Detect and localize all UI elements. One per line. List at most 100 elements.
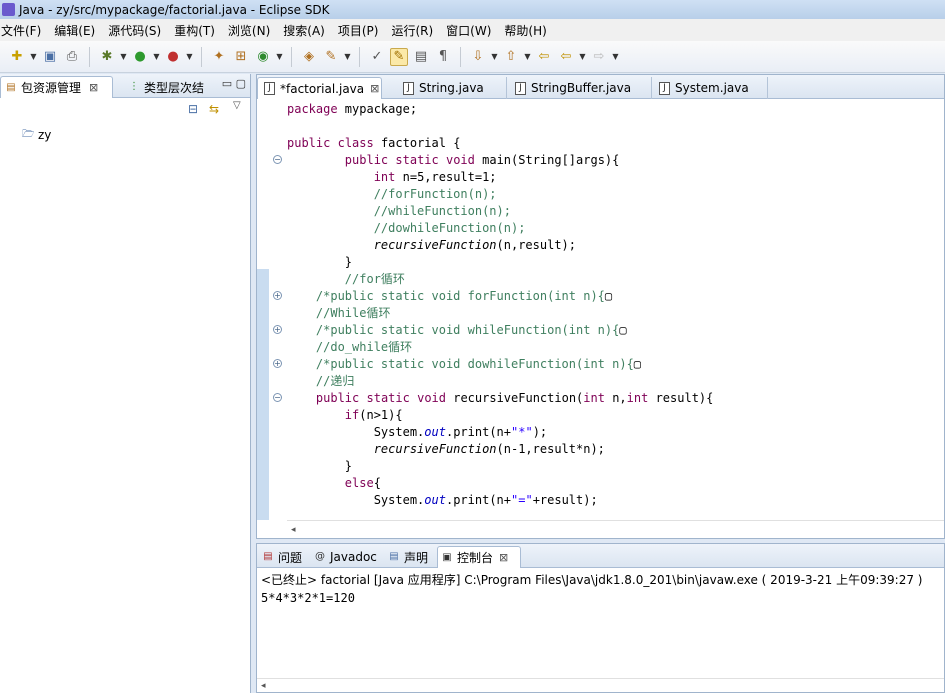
code-line: package mypackage;: [287, 102, 418, 116]
block-selection-icon[interactable]: ▤: [412, 48, 430, 66]
tab-label: *factorial.java: [280, 81, 365, 96]
minimize-maximize-icons[interactable]: ▭ ▢: [222, 77, 246, 90]
bottom-view-tab-bar: ▤ 问题 @ Javadoc ▤ 声明 ▣ 控制台 ⊠: [257, 544, 944, 568]
run-dropdown-icon[interactable]: ▼: [152, 48, 161, 66]
code-line: recursiveFunction(n-1,result*n);: [373, 442, 605, 456]
code-line: System.out.print(n+"*");: [287, 425, 548, 439]
collapse-all-icon[interactable]: ⊟: [188, 102, 198, 116]
forward-icon[interactable]: ⇨: [590, 48, 608, 66]
code-area[interactable]: package mypackage; public class factoria…: [287, 101, 713, 509]
debug-icon[interactable]: ✱: [98, 48, 116, 66]
print-icon[interactable]: ⎙: [63, 48, 81, 66]
open-type-icon[interactable]: ◈: [300, 48, 318, 66]
tab-stringbuffer-java[interactable]: J StringBuffer.java: [509, 77, 652, 99]
menu-refactor[interactable]: 重构(T): [173, 22, 221, 39]
search-dropdown-icon[interactable]: ▼: [343, 48, 352, 66]
new-package-icon[interactable]: ⊞: [232, 48, 250, 66]
menu-run[interactable]: 运行(R): [390, 22, 439, 39]
debug-dropdown-icon[interactable]: ▼: [119, 48, 128, 66]
menu-project[interactable]: 项目(P): [337, 22, 385, 39]
new-class-dropdown-icon[interactable]: ▼: [275, 48, 284, 66]
tab-problems[interactable]: ▤ 问题: [259, 546, 309, 568]
forward-dropdown-icon[interactable]: ▼: [611, 48, 620, 66]
menu-search[interactable]: 搜索(A): [282, 22, 331, 39]
close-icon[interactable]: ⊠: [89, 81, 98, 94]
code-line: /*public static void dowhileFunction(int…: [315, 357, 642, 371]
expand-icon[interactable]: +: [273, 291, 282, 300]
package-explorer-view: ▤ 包资源管理 ⊠ ⋮ 类型层次结 ▭ ▢ ⊟ ⇆ ▽ 🗁 zy: [0, 74, 251, 693]
console-icon: ▣: [442, 551, 452, 563]
java-editor: J *factorial.java ⊠ J String.java J Stri…: [256, 74, 945, 539]
tab-label: Javadoc: [330, 550, 377, 564]
close-icon[interactable]: ⊠: [370, 82, 379, 95]
run-icon[interactable]: ●: [131, 48, 149, 66]
toolbar-separator: [460, 46, 461, 67]
folding-ruler: − + + + −: [273, 99, 287, 520]
code-line: public static void recursiveFunction(int…: [315, 391, 714, 405]
expand-icon[interactable]: +: [273, 359, 282, 368]
tab-declaration[interactable]: ▤ 声明: [385, 546, 437, 568]
code-line: recursiveFunction(n,result);: [373, 238, 577, 252]
last-edit-location-icon[interactable]: ⇦: [535, 48, 553, 66]
java-file-icon: J: [264, 82, 275, 95]
menu-source[interactable]: 源代码(S): [107, 22, 167, 39]
code-line: //While循环: [315, 306, 391, 320]
console-output[interactable]: 5*4*3*2*1=120: [261, 591, 355, 605]
search-icon[interactable]: ✎: [322, 48, 340, 66]
tab-package-explorer[interactable]: ▤ 包资源管理 ⊠: [0, 76, 113, 98]
menu-edit[interactable]: 编辑(E): [53, 22, 101, 39]
tab-console[interactable]: ▣ 控制台 ⊠: [437, 546, 521, 568]
console-horizontal-scrollbar[interactable]: ◂: [257, 678, 944, 692]
external-tools-icon[interactable]: ●: [164, 48, 182, 66]
next-annotation-dropdown-icon[interactable]: ▼: [490, 48, 499, 66]
collapse-icon[interactable]: −: [273, 393, 282, 402]
tab-label: System.java: [675, 81, 749, 95]
code-line: //do_while循环: [315, 340, 413, 354]
menu-file[interactable]: 文件(F): [0, 22, 47, 39]
link-with-editor-icon[interactable]: ⇆: [209, 102, 219, 116]
previous-annotation-dropdown-icon[interactable]: ▼: [523, 48, 532, 66]
changed-lines-marker: [257, 269, 269, 520]
new-java-project-icon[interactable]: ✦: [210, 48, 228, 66]
tab-label: 问题: [278, 550, 303, 565]
toggle-edit-icon[interactable]: ✎: [390, 47, 408, 66]
external-tools-dropdown-icon[interactable]: ▼: [185, 48, 194, 66]
code-line: int n=5,result=1;: [373, 170, 497, 184]
toggle-mark-occurrences-icon[interactable]: ✓: [368, 48, 386, 66]
new-class-icon[interactable]: ◉: [254, 48, 272, 66]
new-dropdown-icon[interactable]: ▼: [29, 48, 38, 66]
javadoc-icon: @: [315, 551, 325, 562]
view-menu-icon[interactable]: ▽: [233, 100, 241, 111]
tab-system-java[interactable]: J System.java: [653, 77, 768, 99]
close-icon[interactable]: ⊠: [499, 551, 508, 564]
tab-javadoc[interactable]: @ Javadoc: [311, 546, 385, 568]
tab-label: 包资源管理: [21, 81, 82, 95]
tab-type-hierarchy[interactable]: ⋮ 类型层次结: [124, 76, 210, 98]
menu-navigate[interactable]: 浏览(N): [227, 22, 276, 39]
menu-help[interactable]: 帮助(H): [503, 22, 552, 39]
back-dropdown-icon[interactable]: ▼: [578, 48, 587, 66]
next-annotation-icon[interactable]: ⇩: [469, 48, 487, 66]
tab-label: String.java: [419, 81, 484, 95]
java-file-icon: J: [515, 81, 526, 95]
save-icon[interactable]: ▣: [41, 48, 59, 66]
expand-icon[interactable]: +: [273, 325, 282, 334]
code-line: }: [287, 459, 353, 473]
console-view: ▤ 问题 @ Javadoc ▤ 声明 ▣ 控制台 ⊠ <已终止> factor…: [256, 543, 945, 693]
new-icon[interactable]: ✚: [8, 48, 26, 66]
tab-factorial-java[interactable]: J *factorial.java ⊠: [257, 77, 382, 99]
editor-horizontal-scrollbar[interactable]: ◂: [287, 520, 944, 538]
menu-window[interactable]: 窗口(W): [445, 22, 497, 39]
tree-item-label: zy: [38, 128, 52, 142]
previous-annotation-icon[interactable]: ⇧: [502, 48, 520, 66]
show-whitespace-icon[interactable]: ¶: [434, 48, 452, 66]
tree-item-project[interactable]: 🗁 zy: [22, 128, 51, 142]
collapse-icon[interactable]: −: [273, 155, 282, 164]
tab-string-java[interactable]: J String.java: [397, 77, 507, 99]
code-line: //for循环: [344, 272, 405, 286]
tab-label: 声明: [404, 550, 429, 565]
left-view-toolbar: ⊟ ⇆ ▽: [0, 98, 250, 122]
console-status-line: <已终止> factorial [Java 应用程序] C:\Program F…: [261, 573, 923, 587]
back-icon[interactable]: ⇦: [557, 48, 575, 66]
